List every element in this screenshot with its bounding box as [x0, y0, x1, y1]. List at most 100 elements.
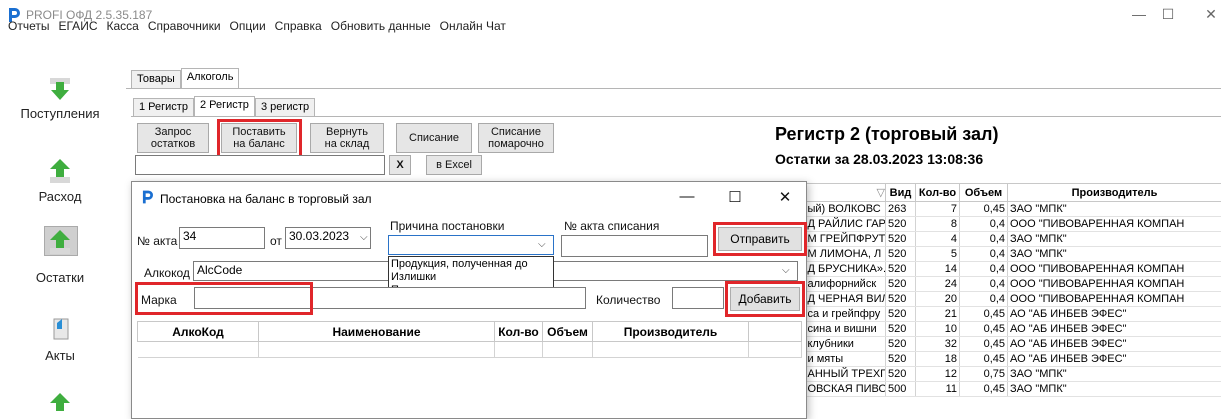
sidebar-item-stock[interactable]: Остатки: [0, 270, 120, 285]
table-row[interactable]: ОВСКАЯ ПИВО 500 11 0,45 ЗАО "МПК": [805, 381, 1221, 397]
date-picker[interactable]: 30.03.2023: [285, 227, 371, 249]
top-tabs: Товары Алкоголь: [131, 68, 240, 90]
menu-reports[interactable]: Отчеты: [8, 18, 49, 36]
chevron-down-icon[interactable]: ⌵: [538, 239, 546, 250]
table-row[interactable]: алифорнийск 520 24 0,4 ООО "ПИВОВАРЕННАЯ КОМ…: [805, 276, 1221, 292]
table-row[interactable]: М ГРЕЙПФРУТА 520 4 0,4 ЗАО "МПК": [805, 231, 1221, 247]
table-row[interactable]: Д ЧЕРНАЯ ВИЛ 520 20 0,4 ООО "ПИВОВАРЕННАЯ КО…: [805, 291, 1221, 307]
dialog-maximize-button[interactable]: ☐: [725, 188, 745, 206]
chevron-down-icon[interactable]: ⌵: [360, 232, 368, 243]
dialog-minimize-button[interactable]: —: [677, 188, 697, 205]
cell-name: М ЛИМОНА, Л: [805, 246, 886, 262]
cell-name: Д РАЙЛИС ГАР: [805, 216, 886, 232]
highlight-put-on-balance: [217, 119, 302, 158]
register-tabs: 1 Регистр 2 Регистр 3 регистр: [133, 96, 316, 118]
cell-volume: 0,45: [959, 321, 1008, 337]
tab-goods[interactable]: Товары: [131, 70, 181, 88]
act-number-input[interactable]: 34: [179, 227, 265, 249]
alcocode-label: Алкокод: [144, 266, 190, 280]
close-button[interactable]: ✕: [1201, 6, 1221, 23]
column-header-producer[interactable]: Производитель: [1007, 183, 1221, 202]
reason-option[interactable]: Продукция, полученная до: [391, 258, 551, 271]
column-header-type[interactable]: Вид: [885, 183, 916, 202]
sidebar: Поступления Расход Остатки Акты: [0, 66, 120, 419]
tab-alcohol[interactable]: Алкоголь: [180, 68, 240, 88]
writeoff-button[interactable]: Списание: [396, 123, 472, 153]
request-stock-button[interactable]: Запрос остатков: [137, 123, 209, 153]
column-header-volume[interactable]: Объем: [542, 321, 593, 342]
cell-volume: 0,4: [959, 216, 1008, 232]
cell-producer: АО "АБ ИНБЕВ ЭФЕС": [1007, 336, 1221, 352]
arrow-up-icon[interactable]: [48, 230, 72, 254]
column-header-name[interactable]: ▽: [805, 183, 886, 202]
column-header-qty[interactable]: Кол-во: [915, 183, 960, 202]
table-row[interactable]: сина и вишни 520 10 0,45 АО "АБ ИНБЕВ ЭФЕС": [805, 321, 1221, 337]
reason-select[interactable]: [388, 235, 554, 255]
tab-register-3[interactable]: 3 регистр: [254, 98, 316, 116]
arrow-down-icon[interactable]: [48, 78, 72, 102]
table-row[interactable]: и мяты 520 18 0,45 АО "АБ ИНБЕВ ЭФЕС": [805, 351, 1221, 367]
table-row[interactable]: ый) ВОЛКОВС 263 7 0,45 ЗАО "МПК": [805, 201, 1221, 217]
dialog-close-button[interactable]: ✕: [775, 188, 795, 206]
export-excel-button[interactable]: в Excel: [426, 155, 482, 175]
table-row[interactable]: Д РАЙЛИС ГАР 520 8 0,4 ООО "ПИВОВАРЕННАЯ КОМ…: [805, 216, 1221, 232]
quantity-input[interactable]: [672, 287, 724, 309]
stock-table-header: ▽ Вид Кол-во Объем Производитель: [805, 183, 1221, 202]
return-to-warehouse-button[interactable]: Вернуть на склад: [310, 123, 384, 153]
arrow-up-icon[interactable]: [48, 393, 72, 417]
clear-filter-button[interactable]: X: [389, 155, 411, 175]
table-row[interactable]: М ЛИМОНА, Л 520 5 0,4 ЗАО "МПК": [805, 246, 1221, 262]
sidebar-item-expense[interactable]: Расход: [0, 189, 120, 204]
tab-register-2[interactable]: 2 Регистр: [193, 96, 255, 116]
cell-producer: ООО "ПИВОВАРЕННАЯ КОМПАН: [1007, 216, 1221, 232]
menu-options[interactable]: Опции: [230, 18, 266, 36]
menu-help[interactable]: Справка: [275, 18, 322, 36]
return-label-1: Вернуть: [326, 126, 368, 138]
cell-name: ОВСКАЯ ПИВО: [805, 381, 886, 397]
minimize-button[interactable]: —: [1129, 6, 1149, 22]
alcocode-value: AlcCode: [197, 263, 243, 277]
cell-name: сина и вишни: [805, 321, 886, 337]
stock-table: ▽ Вид Кол-во Объем Производитель ый) ВОЛ…: [805, 183, 1221, 397]
table-row[interactable]: клубники 520 32 0,45 АО "АБ ИНБЕВ ЭФЕС": [805, 336, 1221, 352]
tab-register-1[interactable]: 1 Регистр: [133, 98, 194, 116]
cell-volume: 0,75: [959, 366, 1008, 382]
chevron-down-icon[interactable]: ⌵: [782, 265, 790, 276]
column-header-qty[interactable]: Кол-во: [494, 321, 543, 342]
column-header-name[interactable]: Наименование: [258, 321, 495, 342]
tab-divider: [126, 88, 1221, 89]
cell-name: Д ЧЕРНАЯ ВИЛ: [805, 291, 886, 307]
return-label-2: на склад: [324, 138, 370, 150]
column-header-producer[interactable]: Производитель: [592, 321, 749, 342]
sidebar-item-receipts[interactable]: Поступления: [0, 106, 120, 121]
writeoff-act-input[interactable]: [561, 235, 708, 257]
cell-producer: АО "АБ ИНБЕВ ЭФЕС": [1007, 351, 1221, 367]
cell-qty: 18: [915, 351, 960, 367]
table-row[interactable]: са и грейпфру 520 21 0,45 АО "АБ ИНБЕВ ЭФЕС": [805, 306, 1221, 322]
filter-input[interactable]: [135, 155, 385, 175]
marks-table: АлкоКод Наименование Кол-во Объем Произв…: [137, 321, 802, 358]
menu-online-chat[interactable]: Онлайн Чат: [440, 18, 506, 36]
arrow-up-icon[interactable]: [48, 159, 72, 183]
cell-volume: 0,4: [959, 261, 1008, 277]
cell-qty: 10: [915, 321, 960, 337]
column-header-empty: [748, 321, 802, 342]
table-row[interactable]: Д БРУСНИКА». 520 14 0,4 ООО "ПИВОВАРЕННАЯ КО…: [805, 261, 1221, 277]
menu-egais[interactable]: ЕГАИС: [58, 18, 97, 36]
menu-refresh-data[interactable]: Обновить данные: [331, 18, 431, 36]
reason-option[interactable]: Излишки: [391, 271, 551, 284]
request-stock-label-2: остатков: [150, 138, 196, 150]
maximize-button[interactable]: ☐: [1158, 6, 1178, 23]
document-icon[interactable]: [48, 317, 72, 341]
column-header-alcocode[interactable]: АлкоКод: [137, 321, 259, 342]
table-row[interactable]: [137, 341, 802, 358]
menu-references[interactable]: Справочники: [148, 18, 221, 36]
menu-cashbox[interactable]: Касса: [106, 18, 138, 36]
table-row[interactable]: АННЫЙ ТРЕХГО 520 12 0,75 ЗАО "МПК": [805, 366, 1221, 382]
column-header-volume[interactable]: Объем: [959, 183, 1008, 202]
sidebar-item-acts[interactable]: Акты: [0, 348, 120, 363]
cell-producer: ООО "ПИВОВАРЕННАЯ КОМПАН: [1007, 276, 1221, 292]
cell-type: 520: [885, 276, 916, 292]
dialog-logo-icon: [142, 190, 153, 204]
writeoff-by-mark-button[interactable]: Списание помарочно: [478, 123, 554, 153]
